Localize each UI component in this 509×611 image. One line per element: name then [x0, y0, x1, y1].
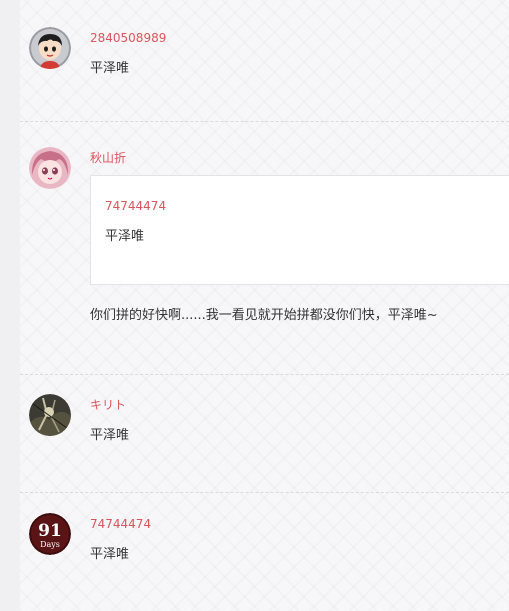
- avatar-logo-number: 91: [38, 521, 62, 541]
- user-avatar[interactable]: [29, 394, 71, 436]
- comment-divider: [20, 492, 509, 493]
- left-gutter: [0, 0, 20, 611]
- comment-author[interactable]: キリト: [90, 398, 126, 412]
- comment-divider: [20, 374, 509, 375]
- user-avatar[interactable]: [29, 27, 71, 69]
- quoted-text: 平泽唯: [105, 229, 145, 244]
- comment-divider: [20, 121, 509, 122]
- quoted-author[interactable]: 74744474: [105, 199, 166, 213]
- comment-author[interactable]: 秋山折: [90, 151, 126, 165]
- cartoon-boy-avatar-icon: [29, 27, 71, 69]
- dark-photo-avatar-icon: [29, 394, 71, 436]
- comment-text: 平泽唯: [90, 428, 130, 443]
- comment-text: 你们拼的好快啊......我一看见就开始拼都没你们快，平泽唯~: [90, 308, 438, 323]
- comment-text: 平泽唯: [90, 61, 130, 76]
- user-avatar[interactable]: [29, 147, 71, 189]
- user-avatar[interactable]: 91 Days: [29, 513, 71, 555]
- comment-author[interactable]: 2840508989: [90, 31, 166, 45]
- avatar-logo-word: Days: [40, 540, 60, 549]
- anime-girl-avatar-icon: [29, 147, 71, 189]
- comment-list: 2840508989 平泽唯 秋山折 74744474 平泽唯 你们拼的好快啊.…: [20, 0, 509, 611]
- comment-text: 平泽唯: [90, 547, 130, 562]
- quoted-comment: 74744474 平泽唯: [90, 175, 509, 285]
- comment-author[interactable]: 74744474: [90, 517, 151, 531]
- 91-days-logo-avatar-icon: 91 Days: [29, 513, 71, 555]
